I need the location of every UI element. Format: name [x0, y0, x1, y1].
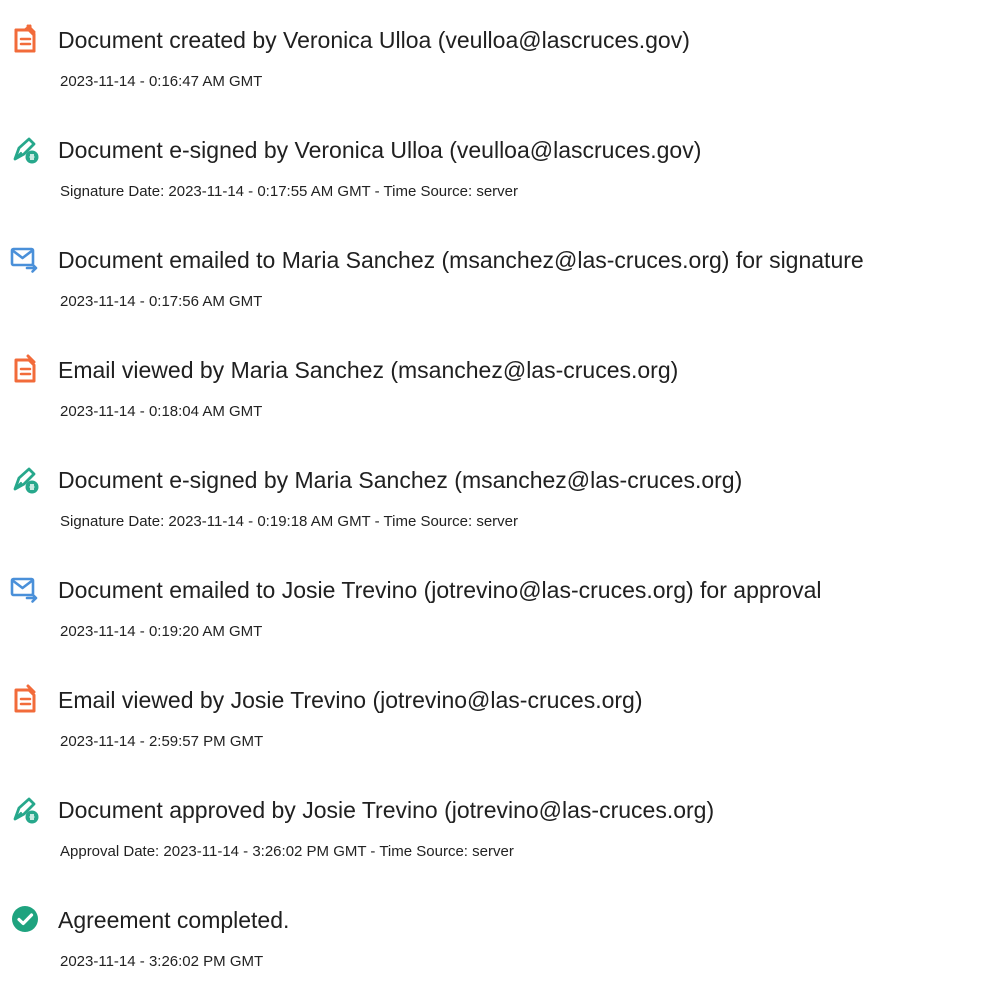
check-circle-icon: [10, 904, 40, 934]
history-event: Document emailed to Maria Sanchez (msanc…: [0, 234, 993, 334]
event-signature-date: Signature Date: 2023-11-14 - 0:19:18 AM …: [60, 513, 518, 530]
history-event: Email viewed by Josie Trevino (jotrevino…: [0, 674, 993, 774]
event-timestamp: 2023-11-14 - 0:19:20 AM GMT: [60, 623, 263, 640]
history-event: Document created by Veronica Ulloa (veul…: [0, 14, 993, 114]
event-title: Email viewed by Maria Sanchez (msanchez@…: [58, 357, 679, 383]
document-icon: [10, 684, 40, 714]
e-sign-pen-icon: [10, 134, 40, 164]
event-signature-date: Signature Date: 2023-11-14 - 0:17:55 AM …: [60, 183, 518, 200]
event-title: Document created by Veronica Ulloa (veul…: [58, 27, 690, 53]
history-event: Document e-signed by Maria Sanchez (msan…: [0, 454, 993, 554]
event-title: Document emailed to Josie Trevino (jotre…: [58, 577, 822, 603]
event-approval-date: Approval Date: 2023-11-14 - 3:26:02 PM G…: [60, 843, 514, 860]
event-title: Document approved by Josie Trevino (jotr…: [58, 797, 715, 823]
history-event: Email viewed by Maria Sanchez (msanchez@…: [0, 344, 993, 444]
event-timestamp: 2023-11-14 - 2:59:57 PM GMT: [60, 733, 264, 750]
history-event: Agreement completed. 2023-11-14 - 3:26:0…: [0, 894, 993, 994]
document-icon: [10, 24, 40, 54]
event-title: Document emailed to Maria Sanchez (msanc…: [58, 247, 864, 273]
document-icon: [10, 354, 40, 384]
email-sent-icon: [10, 574, 40, 604]
event-timestamp: 2023-11-14 - 3:26:02 PM GMT: [60, 953, 264, 970]
event-title: Agreement completed.: [58, 907, 290, 933]
history-event: Document approved by Josie Trevino (jotr…: [0, 784, 993, 884]
event-timestamp: 2023-11-14 - 0:17:56 AM GMT: [60, 293, 263, 310]
e-sign-pen-icon: [10, 464, 40, 494]
event-title: Document e-signed by Veronica Ulloa (veu…: [58, 137, 702, 163]
history-event: Document e-signed by Veronica Ulloa (veu…: [0, 124, 993, 224]
audit-history-list: Document created by Veronica Ulloa (veul…: [0, 0, 993, 996]
history-event: Document emailed to Josie Trevino (jotre…: [0, 564, 993, 664]
event-timestamp: 2023-11-14 - 0:18:04 AM GMT: [60, 403, 263, 420]
e-sign-pen-icon: [10, 794, 40, 824]
email-sent-icon: [10, 244, 40, 274]
event-title: Email viewed by Josie Trevino (jotrevino…: [58, 687, 643, 713]
event-title: Document e-signed by Maria Sanchez (msan…: [58, 467, 743, 493]
event-timestamp: 2023-11-14 - 0:16:47 AM GMT: [60, 73, 263, 90]
